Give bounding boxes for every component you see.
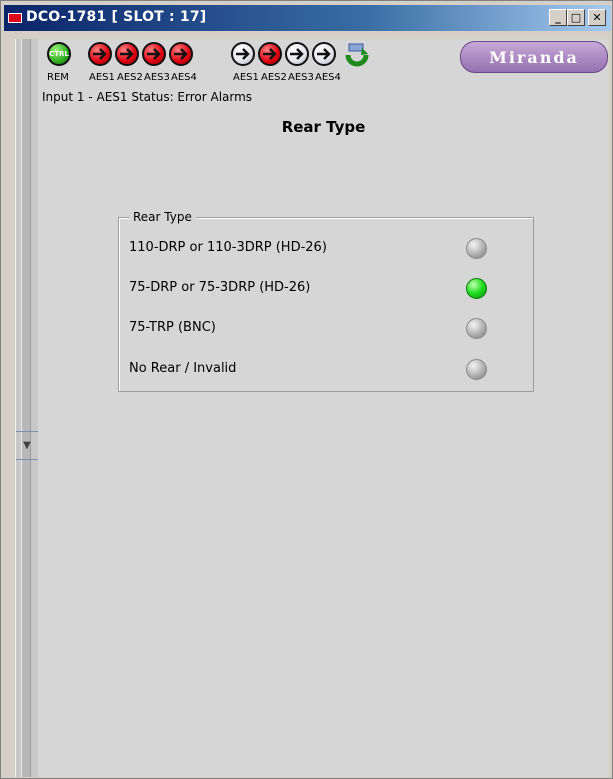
main-content: CTRL REM AES1 AES2 AES3 AES4 AES1 AES2 A… bbox=[38, 39, 609, 777]
aes3-input-button[interactable] bbox=[142, 42, 166, 66]
aes1-output-button[interactable] bbox=[231, 42, 255, 66]
arrow-right-icon bbox=[312, 42, 336, 66]
status-led-on-icon bbox=[466, 278, 487, 299]
refresh-button[interactable] bbox=[344, 42, 369, 67]
miranda-logo: Miranda bbox=[460, 41, 608, 73]
triangle-down-icon: ▼ bbox=[23, 439, 31, 451]
icon-label: AES3 bbox=[144, 72, 170, 83]
icon-label: AES2 bbox=[117, 72, 143, 83]
expand-panel-toggle[interactable]: ▼ bbox=[20, 431, 34, 459]
status-led-off-icon bbox=[466, 238, 487, 259]
rear-type-row: No Rear / Invalid bbox=[129, 357, 523, 383]
status-text: Input 1 - AES1 Status: Error Alarms bbox=[42, 90, 253, 104]
side-panel-stripe bbox=[21, 39, 31, 777]
refresh-icon bbox=[345, 43, 369, 67]
icon-label: AES4 bbox=[315, 72, 341, 83]
status-icon-bar: CTRL REM AES1 AES2 AES3 AES4 AES1 AES2 A… bbox=[38, 39, 609, 89]
arrow-right-icon bbox=[258, 42, 282, 66]
arrow-right-icon bbox=[169, 42, 193, 66]
status-led-off-icon bbox=[466, 359, 487, 380]
close-button[interactable]: ✕ bbox=[588, 9, 606, 26]
rear-type-row: 110-DRP or 110-3DRP (HD-26) bbox=[129, 236, 523, 262]
app-icon bbox=[8, 13, 22, 23]
rear-type-label: No Rear / Invalid bbox=[129, 361, 237, 376]
arrow-right-icon bbox=[115, 42, 139, 66]
icon-label: AES3 bbox=[288, 72, 314, 83]
side-panel: ▼ bbox=[15, 39, 39, 777]
minimize-button[interactable]: _ bbox=[549, 9, 567, 26]
divider bbox=[16, 459, 38, 460]
app-window: DCO-1781 [ SLOT : 17] _ □ ✕ ▼ CTRL REM A… bbox=[0, 0, 613, 779]
rear-type-row: 75-DRP or 75-3DRP (HD-26) bbox=[129, 276, 523, 302]
aes3-output-button[interactable] bbox=[285, 42, 309, 66]
rear-type-label: 75-TRP (BNC) bbox=[129, 320, 216, 335]
rear-type-group: Rear Type 110-DRP or 110-3DRP (HD-26) 75… bbox=[118, 210, 534, 392]
arrow-right-icon bbox=[285, 42, 309, 66]
aes1-input-button[interactable] bbox=[88, 42, 112, 66]
aes2-input-button[interactable] bbox=[115, 42, 139, 66]
aes4-output-button[interactable] bbox=[312, 42, 336, 66]
title-bar[interactable]: DCO-1781 [ SLOT : 17] _ □ ✕ bbox=[4, 5, 611, 31]
icon-label: AES1 bbox=[89, 72, 115, 83]
arrow-right-icon bbox=[142, 42, 166, 66]
icon-label: REM bbox=[47, 72, 69, 83]
page-title: Rear Type bbox=[281, 118, 366, 136]
icon-label: AES4 bbox=[171, 72, 197, 83]
icon-label: AES1 bbox=[233, 72, 259, 83]
aes4-input-button[interactable] bbox=[169, 42, 193, 66]
ctrl-icon: CTRL bbox=[47, 42, 71, 66]
group-title: Rear Type bbox=[129, 210, 196, 224]
status-led-off-icon bbox=[466, 318, 487, 339]
ctrl-button[interactable]: CTRL bbox=[47, 42, 71, 66]
icon-label: AES2 bbox=[261, 72, 287, 83]
arrow-right-icon bbox=[88, 42, 112, 66]
rear-type-row: 75-TRP (BNC) bbox=[129, 316, 523, 342]
rear-type-label: 110-DRP or 110-3DRP (HD-26) bbox=[129, 240, 327, 255]
window-title: DCO-1781 [ SLOT : 17] bbox=[26, 9, 207, 25]
aes2-output-button[interactable] bbox=[258, 42, 282, 66]
rear-type-label: 75-DRP or 75-3DRP (HD-26) bbox=[129, 280, 311, 295]
maximize-button[interactable]: □ bbox=[567, 9, 585, 26]
arrow-right-icon bbox=[231, 42, 255, 66]
